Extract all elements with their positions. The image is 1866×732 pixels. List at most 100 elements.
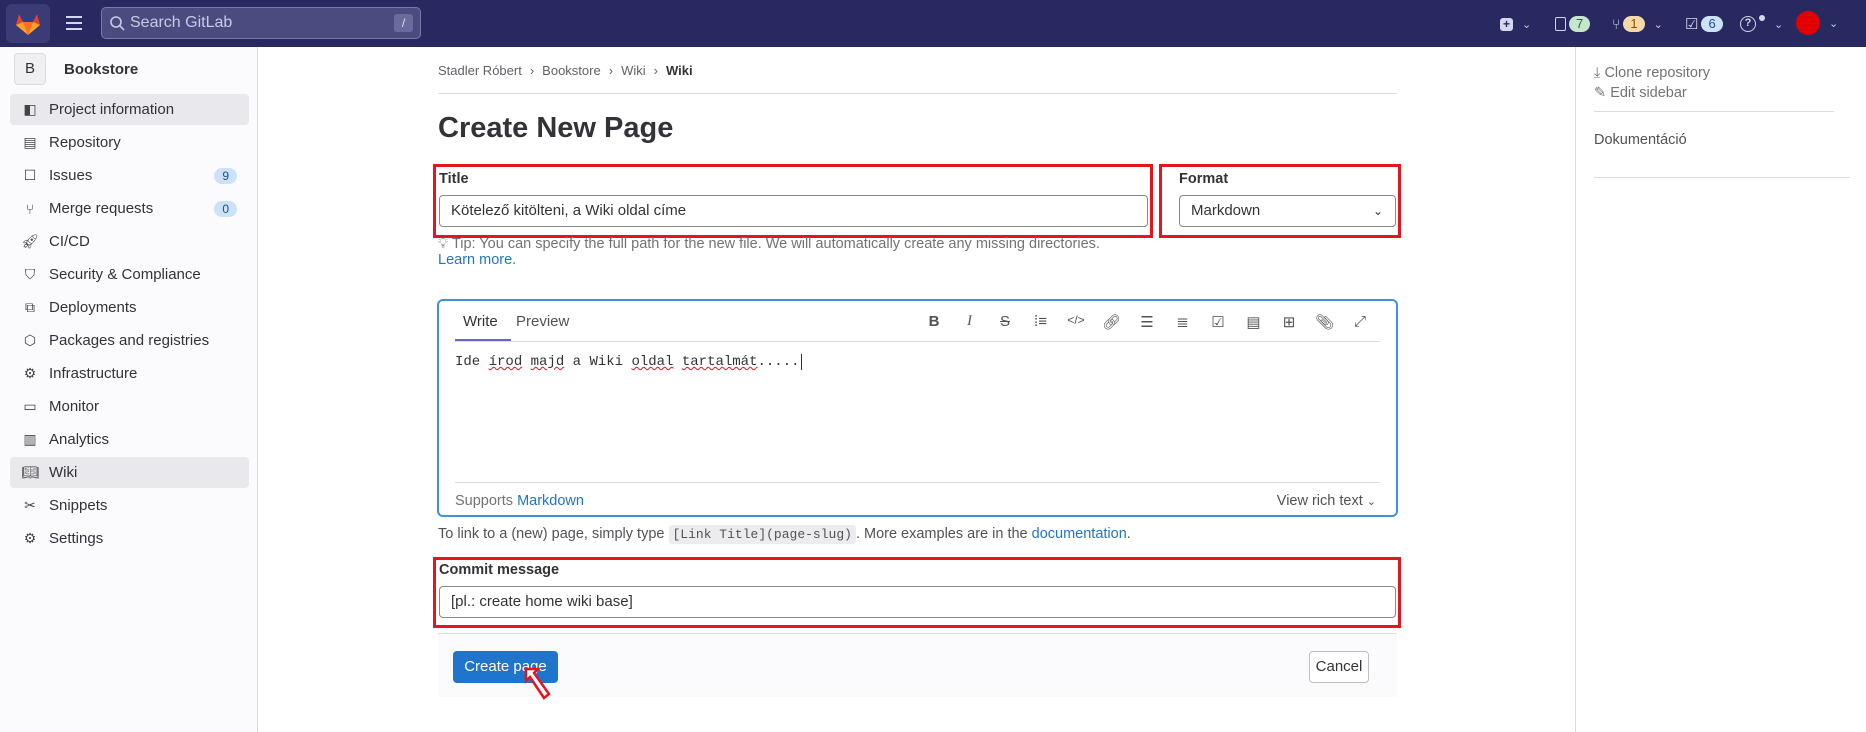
breadcrumb-project[interactable]: Bookstore [542,63,601,78]
sidebar-item-wiki[interactable]: 📖︎ Wiki [10,457,249,488]
count-badge: 7 [1569,16,1591,32]
format-label: Format [1179,171,1229,187]
sidebar-item-settings[interactable]: ⚙ Settings [10,523,249,554]
sidebar-item-label: Infrastructure [49,365,138,382]
wiki-right-sidebar: ⤓ Clone repository ✎ Edit sidebar Dokume… [1575,47,1851,732]
view-rich-text-button[interactable]: View rich text ⌄ [1277,493,1376,509]
wiki-page-link[interactable]: Dokumentáció [1594,132,1687,148]
table-icon[interactable]: ⊞ [1279,313,1299,331]
divider [455,341,1380,342]
chevron-down-icon: ⌄ [1522,18,1532,31]
chevron-down-icon: ⌄ [1774,18,1784,31]
scrollbar[interactable] [1851,47,1866,732]
sidebar-item-ci-cd[interactable]: 🚀︎ CI/CD [10,226,249,257]
markdown-editor: Write Preview B I S ⁞≡ </> 🔗︎ ☰ ≣ ☑ ▤ ⊞ … [437,299,1398,517]
cancel-button[interactable]: Cancel [1309,651,1369,683]
sidebar-item-security-compliance[interactable]: ⛉ Security & Compliance [10,259,249,290]
link-help-text: To link to a (new) page, simply type [Li… [438,525,1131,544]
learn-more-link[interactable]: Learn more. [438,252,516,268]
monitor-icon: ▭ [23,398,37,414]
count-badge: 0 [214,200,237,217]
search-placeholder: Search GitLab [130,14,233,31]
collapsible-section-icon[interactable]: ▤ [1244,313,1264,331]
sidebar-item-deployments[interactable]: ⧉ Deployments [10,292,249,323]
annotation-arrow-icon [524,667,551,700]
divider [1594,177,1850,178]
editor-textarea[interactable]: Ide írod majd a Wiki oldal tartalmát....… [455,354,802,370]
commit-message-input[interactable]: [pl.: create home wiki base] [439,586,1396,618]
italic-icon[interactable]: I [960,313,980,331]
sidebar-item-repository[interactable]: ▤ Repository [10,127,249,158]
markdown-help-link[interactable]: Markdown [517,493,584,509]
gitlab-logo[interactable] [6,4,50,43]
bullet-list-icon[interactable]: ☰ [1137,313,1157,331]
merge-requests-nav-button[interactable]: 7 [1555,12,1591,36]
edit-sidebar-link[interactable]: ✎ Edit sidebar [1594,85,1687,101]
question-icon: ? [1740,16,1756,32]
review-requests-button[interactable]: ⑂ 1 ⌄ [1612,12,1663,36]
breadcrumb-wiki[interactable]: Wiki [621,63,646,78]
text: Ide [455,354,489,370]
code-icon[interactable]: </> [1066,313,1086,331]
merge-request-icon: ⑂ [1612,16,1621,32]
create-new-button[interactable]: + ⌄ [1500,12,1531,36]
link-icon[interactable]: 🔗︎ [1102,313,1122,331]
count-badge: 1 [1623,16,1645,32]
sidebar-item-packages-and-registries[interactable]: ⬡ Packages and registries [10,325,249,356]
documentation-link[interactable]: documentation [1032,526,1127,542]
search-icon [110,16,125,31]
sidebar-item-merge-requests[interactable]: ⑂ Merge requests 0 [10,193,249,224]
search-input[interactable]: Search GitLab / [101,7,421,39]
task-list-icon[interactable]: ☑ [1208,313,1228,331]
page-title: Create New Page [438,112,674,144]
sidebar-item-snippets[interactable]: ✂ Snippets [10,490,249,521]
chart-icon: ▥ [23,431,37,447]
tanuki-icon [16,13,40,35]
todos-button[interactable]: ☑ 6 [1685,12,1723,36]
sidebar-item-label: Issues [49,167,93,184]
sidebar-item-analytics[interactable]: ▥ Analytics [10,424,249,455]
chevron-down-icon: ⌄ [1829,17,1839,30]
clone-label: Clone repository [1604,65,1711,81]
breadcrumb: Stadler Róbert › Bookstore › Wiki › Wiki [438,63,693,78]
issues-icon [1555,17,1566,31]
breadcrumb-user[interactable]: Stadler Róbert [438,63,522,78]
sidebar-item-issues[interactable]: ☐ Issues 9 [10,160,249,191]
commit-message-value: [pl.: create home wiki base] [451,593,633,610]
shield-icon: ⛉ [24,266,36,282]
tab-write[interactable]: Write [463,313,498,330]
breadcrumb-current: Wiki [665,63,693,78]
help-button[interactable]: ? ⌄ [1740,12,1783,36]
quote-icon[interactable]: ⁞≡ [1031,313,1051,331]
sidebar-item-project-information[interactable]: ◧ Project information [10,94,249,125]
info-icon: ◧ [23,101,37,117]
project-header[interactable]: B Bookstore [14,53,138,85]
numbered-list-icon[interactable]: ≣ [1173,313,1193,331]
doc-icon: ▤ [23,134,37,150]
text: ..... [757,354,800,370]
sidebar-item-monitor[interactable]: ▭ Monitor [10,391,249,422]
book-icon: 📖︎ [21,464,39,480]
fullscreen-icon[interactable]: ⤢ [1350,313,1370,331]
divider [438,93,1397,94]
text [522,354,530,370]
sidebar-item-infrastructure[interactable]: ⚙ Infrastructure [10,358,249,389]
issues-icon: ☐ [23,167,37,183]
format-select[interactable]: Markdown ⌄ [1179,195,1396,227]
form-actions: Create page Cancel [438,633,1397,700]
bold-icon[interactable]: B [924,313,944,331]
divider [455,482,1380,483]
tab-preview[interactable]: Preview [516,313,569,330]
merge-request-icon: ⑂ [25,200,35,217]
text [673,354,681,370]
bulb-icon: 💡︎ [438,236,449,252]
supports-text: Supports [455,493,518,509]
count-badge: 9 [214,167,237,184]
user-menu-button[interactable]: ⌄ [1796,11,1838,35]
title-input[interactable]: Kötelező kitölteni, a Wiki oldal címe [439,195,1148,227]
clone-repository-link[interactable]: ⤓ Clone repository [1594,65,1710,81]
hamburger-menu-icon[interactable] [64,14,84,32]
attach-icon[interactable]: 📎︎ [1315,313,1335,331]
tip-text: 💡︎ Tip: You can specify the full path fo… [438,236,1100,252]
strikethrough-icon[interactable]: S [995,313,1015,331]
